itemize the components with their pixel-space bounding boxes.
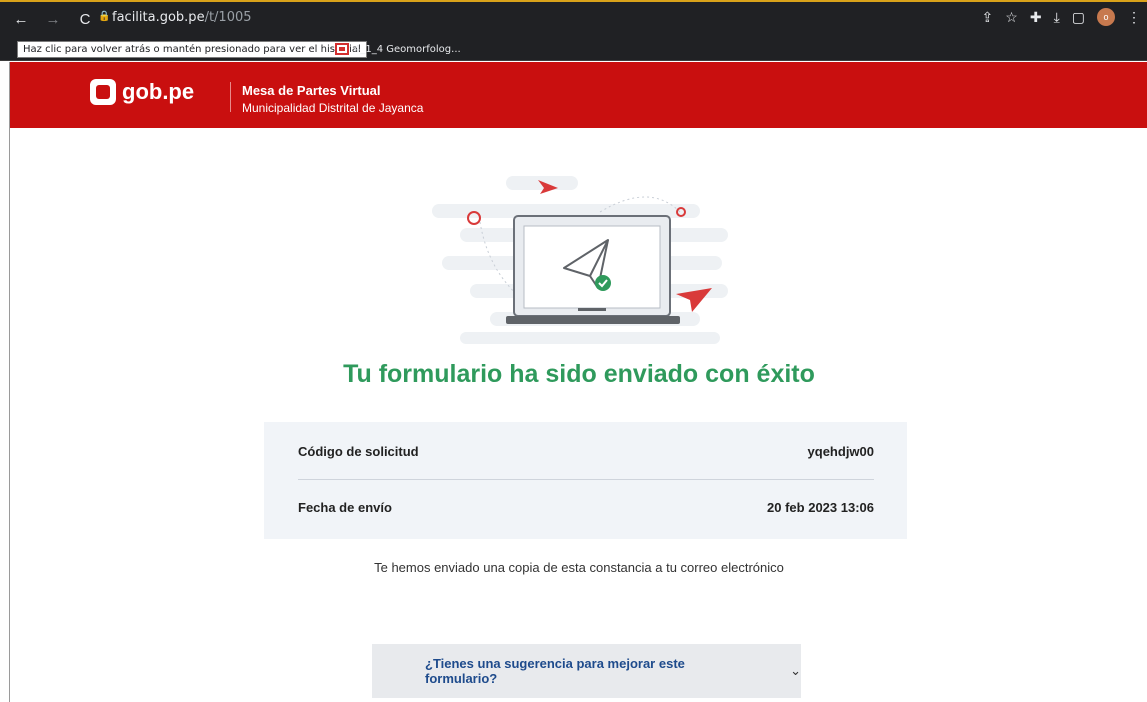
header-divider [230, 82, 231, 112]
page-viewport: gob.pe Mesa de Partes Virtual Municipali… [9, 62, 1147, 702]
success-title: Tu formulario ha sido enviado con éxito [343, 360, 815, 388]
bookmark-label: 4_1_4 Geomorfolog... [354, 43, 461, 55]
address-bar[interactable]: facilita.gob.pe/t/1005 [112, 10, 252, 25]
request-code-row: Código de solicitud yqehdjw00 [298, 444, 874, 459]
url-path: /t/1005 [204, 10, 252, 25]
url-domain: facilita.gob.pe [112, 10, 205, 25]
profile-avatar[interactable]: o [1097, 8, 1115, 26]
download-icon[interactable]: ⤓ [1054, 9, 1060, 26]
forward-icon[interactable]: → [42, 11, 64, 28]
email-copy-note: Te hemos enviado una copia de esta const… [374, 560, 784, 575]
back-icon[interactable]: ← [10, 11, 32, 28]
request-code-label: Código de solicitud [298, 444, 419, 459]
peru-shield-icon [90, 79, 116, 105]
submission-summary-card: Código de solicitud yqehdjw00 Fecha de e… [264, 422, 907, 539]
sidepanel-icon[interactable]: ▢ [1072, 9, 1085, 26]
header-title: Mesa de Partes Virtual [242, 83, 381, 98]
share-icon[interactable]: ⇪ [982, 9, 994, 26]
bookmark-item[interactable]: 4_1_4 Geomorfolog... [335, 43, 461, 55]
submission-date-value: 20 feb 2023 13:06 [767, 500, 874, 515]
request-code-value: yqehdjw00 [807, 444, 874, 459]
lock-icon: 🔒 [98, 11, 111, 22]
submission-date-label: Fecha de envío [298, 500, 392, 515]
reload-icon[interactable]: C [74, 11, 96, 28]
extensions-icon[interactable]: ✚ [1030, 9, 1042, 26]
laptop-sent-illustration [432, 176, 728, 344]
browser-chrome: ← → C 🔒 facilita.gob.pe/t/1005 ⇪ ☆ ✚ ⤓ ▢… [0, 0, 1147, 61]
browser-actions: ⇪ ☆ ✚ ⤓ ▢ o ⋮ [982, 8, 1141, 26]
logo-text: gob.pe [122, 79, 195, 104]
menu-icon[interactable]: ⋮ [1127, 9, 1141, 26]
header-subtitle: Municipalidad Distrital de Jayanca [242, 101, 424, 115]
bookmark-favicon-icon [335, 43, 349, 55]
browser-toolbar: ← → C 🔒 facilita.gob.pe/t/1005 ⇪ ☆ ✚ ⤓ ▢… [0, 2, 1147, 36]
suggestion-label: ¿Tienes una sugerencia para mejorar este… [425, 656, 685, 686]
submission-date-row: Fecha de envío 20 feb 2023 13:06 [298, 500, 874, 515]
gobpe-logo[interactable]: gob.pe [90, 79, 194, 105]
chevron-down-icon: ⌄ [790, 663, 801, 678]
card-divider [298, 479, 874, 480]
site-header: gob.pe Mesa de Partes Virtual Municipali… [10, 62, 1147, 128]
star-icon[interactable]: ☆ [1005, 9, 1018, 26]
suggestion-accordion[interactable]: ¿Tienes una sugerencia para mejorar este… [372, 644, 801, 698]
back-tooltip: Haz clic para volver atrás o mantén pres… [17, 41, 367, 58]
